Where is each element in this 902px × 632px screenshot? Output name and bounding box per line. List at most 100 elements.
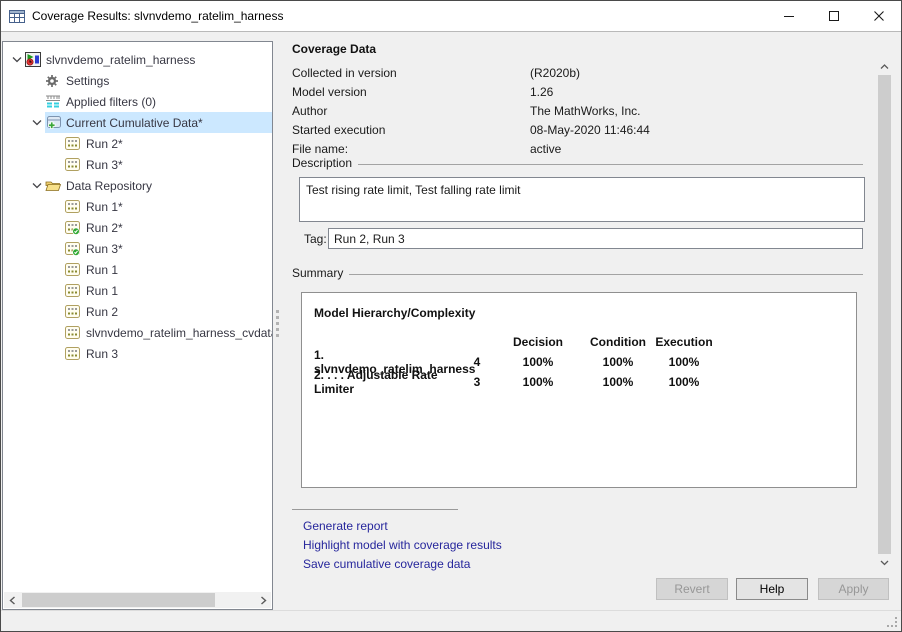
revert-button[interactable]: Revert	[656, 578, 728, 600]
panel-splitter[interactable]	[276, 310, 279, 337]
filter-icon	[45, 95, 63, 108]
field-label: Started execution	[292, 123, 530, 137]
tree-item-applied-filters[interactable]: Applied filters (0)	[3, 91, 272, 112]
chevron-expanded-icon[interactable]	[29, 119, 45, 126]
title-bar: Coverage Results: slvnvdemo_ratelim_harn…	[1, 1, 901, 32]
column-header-decision: Decision	[490, 332, 586, 352]
help-button[interactable]: Help	[736, 578, 808, 600]
tree-item-run[interactable]: Run 3*	[3, 154, 272, 175]
tree-item-settings[interactable]: Settings	[3, 70, 272, 91]
tree-item-label: Applied filters (0)	[63, 95, 160, 109]
scroll-up-icon[interactable]	[877, 58, 892, 75]
apply-button[interactable]: Apply	[818, 578, 889, 600]
field-value: 08-May-2020 11:46:44	[530, 123, 650, 137]
run-icon	[65, 263, 83, 276]
tree-item-run[interactable]: Run 3*	[3, 238, 272, 259]
minimize-button[interactable]	[766, 1, 811, 31]
tree-item-label: Run 2*	[83, 221, 127, 235]
gear-icon	[45, 74, 63, 88]
chevron-expanded-icon[interactable]	[9, 56, 25, 63]
tree-item-label: slvnvdemo_ratelim_harness	[43, 53, 199, 67]
field-value: The MathWorks, Inc.	[530, 104, 640, 118]
scroll-left-icon[interactable]	[4, 592, 20, 608]
tree-horizontal-scrollbar[interactable]	[4, 592, 271, 608]
row-decision: 100%	[490, 352, 586, 372]
description-group-header: Description	[292, 156, 863, 170]
status-bar-divider	[1, 610, 901, 611]
row-execution: 100%	[650, 372, 718, 392]
description-label: Description	[292, 156, 358, 170]
tree-item-run[interactable]: Run 2*	[3, 217, 272, 238]
field-label: Model version	[292, 85, 530, 99]
run-icon	[65, 347, 83, 360]
field-row: Collected in version (R2020b)	[292, 63, 762, 82]
description-textarea[interactable]: Test rising rate limit, Test falling rat…	[299, 177, 865, 222]
tree-item-label: Settings	[63, 74, 113, 88]
row-condition: 100%	[586, 352, 650, 372]
results-tree-panel: slvnvdemo_ratelim_harness	[2, 41, 273, 610]
field-row: Model version 1.26	[292, 82, 762, 101]
field-value: 1.26	[530, 85, 553, 99]
highlight-model-link[interactable]: Highlight model with coverage results	[303, 538, 502, 552]
tree-item-label: Run 1	[83, 284, 122, 298]
panel-vertical-scrollbar[interactable]	[877, 58, 892, 571]
tree-item-current-cumulative-data[interactable]: Current Cumulative Data*	[3, 112, 272, 133]
scrollbar-thumb[interactable]	[22, 593, 215, 607]
tree-item-label: Run 3*	[83, 158, 127, 172]
tree-item-run[interactable]: Run 1	[3, 280, 272, 301]
tree-item-label: Current Cumulative Data*	[63, 116, 207, 130]
links-divider	[292, 509, 458, 510]
tree-item-cvdata[interactable]: slvnvdemo_ratelim_harness_cvdata_1	[3, 322, 272, 343]
tree-item-label: Run 2	[83, 305, 122, 319]
tree-item-run[interactable]: Run 1*	[3, 196, 272, 217]
results-tree: slvnvdemo_ratelim_harness	[3, 49, 272, 364]
row-name: 2. . . . Adjustable Rate Limiter	[314, 372, 464, 392]
summary-label: Summary	[292, 266, 349, 280]
chevron-expanded-icon[interactable]	[29, 182, 45, 189]
tree-item-run[interactable]: Run 1	[3, 259, 272, 280]
tree-item-label: Run 3*	[83, 242, 127, 256]
run-icon	[65, 284, 83, 297]
tag-input[interactable]	[328, 228, 863, 249]
summary-table: Decision Condition Execution 1. slvnvdem…	[314, 332, 856, 392]
coverage-data-heading: Coverage Data	[292, 42, 376, 56]
tag-label: Tag:	[304, 232, 327, 246]
group-divider	[358, 164, 863, 165]
tree-item-label: Data Repository	[63, 179, 156, 193]
summary-report-box: Model Hierarchy/Complexity Decision Cond…	[301, 292, 857, 488]
run-check-icon	[65, 221, 83, 235]
app-table-icon	[9, 10, 25, 23]
selected-row-highlight: Current Cumulative Data*	[45, 112, 272, 133]
tree-item-run[interactable]: Run 2	[3, 301, 272, 322]
tree-item-data-repository[interactable]: Data Repository	[3, 175, 272, 196]
close-button[interactable]	[856, 1, 901, 31]
coverage-fields: Collected in version (R2020b) Model vers…	[292, 63, 762, 158]
tree-item-model-root[interactable]: slvnvdemo_ratelim_harness	[3, 49, 272, 70]
run-icon	[65, 158, 83, 171]
field-row: Author The MathWorks, Inc.	[292, 101, 762, 120]
run-check-icon	[65, 242, 83, 256]
generate-report-link[interactable]: Generate report	[303, 519, 388, 533]
scrollbar-thumb[interactable]	[878, 75, 891, 554]
maximize-button[interactable]	[811, 1, 856, 31]
field-value: (R2020b)	[530, 66, 580, 80]
cumulative-data-icon	[45, 116, 63, 130]
field-label: Author	[292, 104, 530, 118]
row-condition: 100%	[586, 372, 650, 392]
folder-icon	[45, 179, 63, 192]
resize-grip[interactable]	[885, 615, 897, 627]
scroll-down-icon[interactable]	[877, 554, 892, 571]
scroll-right-icon[interactable]	[255, 592, 271, 608]
tree-item-label: Run 1	[83, 263, 122, 277]
save-cumulative-link[interactable]: Save cumulative coverage data	[303, 557, 470, 571]
run-icon	[65, 137, 83, 150]
summary-group-header: Summary	[292, 266, 863, 280]
tree-item-run[interactable]: Run 2*	[3, 133, 272, 154]
row-complexity: 4	[464, 352, 490, 372]
tree-item-run[interactable]: Run 3	[3, 343, 272, 364]
field-label: File name:	[292, 142, 530, 156]
run-icon	[65, 200, 83, 213]
run-icon	[65, 305, 83, 318]
scrollbar-track[interactable]	[20, 592, 255, 608]
row-complexity: 3	[464, 372, 490, 392]
